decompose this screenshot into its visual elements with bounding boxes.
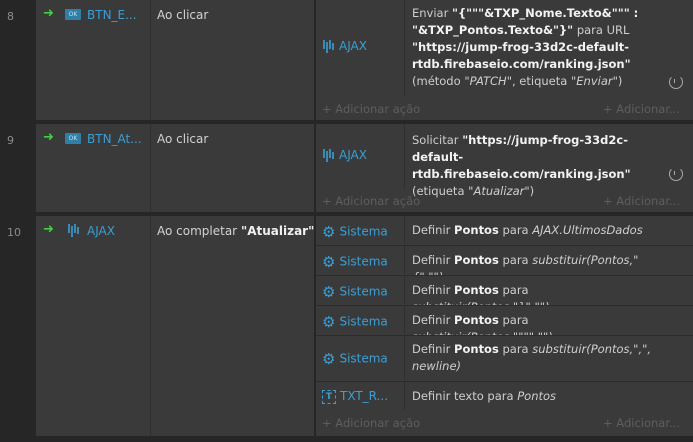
action-row[interactable]: ⚙Sistema Definir Pontos para substituir(…	[316, 276, 693, 314]
add-action-button[interactable]: + Adicionar ação	[322, 102, 420, 116]
action-object[interactable]: ⚙ Sistema	[322, 223, 388, 241]
action-text[interactable]: Solicitar "https://jump-frog-33d2c-defau…	[412, 132, 668, 200]
action-object[interactable]: ⚙ Sistema	[322, 313, 388, 331]
add-action-right-button[interactable]: + Adicionar...	[603, 194, 680, 208]
refresh-icon[interactable]	[669, 167, 683, 181]
action-text[interactable]: Definir texto para Pontos	[412, 388, 668, 405]
gear-icon: ⚙	[322, 283, 336, 301]
condition-object-name[interactable]: AJAX	[87, 224, 115, 238]
ajax-icon	[65, 223, 81, 237]
gear-icon: ⚙	[322, 223, 336, 241]
gear-icon: ⚙	[322, 253, 336, 271]
event-number: 8	[7, 10, 14, 23]
action-row[interactable]: ⚙Sistema Definir Pontos para substituir(…	[316, 246, 693, 284]
condition-block[interactable]: ➜ OK BTN_At... Ao clicar	[36, 124, 314, 212]
event-row-9[interactable]: 9 ➜ OK BTN_At... Ao clicar AJAX Solicita…	[0, 124, 693, 214]
add-action-right-button[interactable]: + Adicionar...	[603, 416, 680, 430]
action-object[interactable]: AJAX	[322, 39, 367, 54]
action-text[interactable]: Enviar "{"""&TXP_Nome.Texto&""" : "&TXP_…	[412, 5, 668, 90]
ajax-icon	[323, 149, 334, 162]
text-object-icon: T	[322, 389, 336, 404]
condition-block[interactable]: ➜ OK BTN_E... Ao clicar	[36, 0, 314, 120]
gear-icon: ⚙	[322, 313, 336, 331]
add-action-right-button[interactable]: + Adicionar...	[603, 102, 680, 116]
action-object[interactable]: ⚙ Sistema	[322, 350, 388, 368]
actions-block: AJAX Solicitar "https://jump-frog-33d2c-…	[316, 124, 693, 212]
condition-trigger[interactable]: Ao clicar	[157, 8, 208, 22]
condition-trigger[interactable]: Ao clicar	[157, 132, 208, 146]
action-row[interactable]: AJAX Solicitar "https://jump-frog-33d2c-…	[316, 124, 693, 198]
action-row[interactable]: ⚙Sistema Definir Pontos para substituir(…	[316, 336, 693, 380]
refresh-icon[interactable]	[669, 75, 683, 89]
action-row[interactable]: ⚙Sistema Definir Pontos para substituir(…	[316, 306, 693, 344]
actions-block: ⚙ Sistema Definir Pontos para AJAX.Ultimo…	[316, 216, 693, 436]
event-number: 9	[7, 134, 14, 147]
condition-object-name[interactable]: BTN_E...	[87, 8, 137, 22]
condition-arrow-icon: ➜	[43, 130, 54, 145]
condition-arrow-icon: ➜	[43, 222, 54, 237]
button-object-icon: OK	[65, 133, 81, 144]
action-object[interactable]: ⚙ Sistema	[322, 253, 388, 271]
action-text[interactable]: Definir Pontos para substituir(Pontos,",…	[412, 341, 668, 375]
condition-arrow-icon: ➜	[43, 6, 54, 21]
action-text[interactable]: Definir Pontos para AJAX.UltimosDados	[412, 222, 668, 239]
add-action-button[interactable]: + Adicionar ação	[322, 194, 420, 208]
action-object[interactable]: ⚙ Sistema	[322, 283, 388, 301]
gear-icon: ⚙	[322, 350, 336, 368]
action-row[interactable]: AJAX Enviar "{"""&TXP_Nome.Texto&""" : "…	[316, 0, 693, 96]
action-object[interactable]: T TXT_R...	[322, 389, 388, 404]
condition-trigger[interactable]: Ao completar "Atualizar"	[157, 224, 314, 238]
condition-block[interactable]: ➜ AJAX Ao completar "Atualizar"	[36, 216, 314, 436]
action-object[interactable]: AJAX	[322, 148, 367, 163]
event-row-10[interactable]: 10 ➜ AJAX Ao completar "Atualizar" ⚙ Sist…	[0, 216, 693, 438]
button-object-icon: OK	[65, 9, 81, 20]
event-row-8[interactable]: 8 ➜ OK BTN_E... Ao clicar AJAX Enviar "{…	[0, 0, 693, 122]
action-row[interactable]: ⚙ Sistema Definir Pontos para AJAX.Ultimo…	[316, 216, 693, 244]
condition-object-name[interactable]: BTN_At...	[87, 132, 142, 146]
event-number: 10	[7, 226, 21, 239]
action-row[interactable]: T TXT_R... Definir texto para Pontos	[316, 382, 693, 410]
add-action-button[interactable]: + Adicionar ação	[322, 416, 420, 430]
ajax-icon	[323, 40, 334, 53]
actions-block: AJAX Enviar "{"""&TXP_Nome.Texto&""" : "…	[316, 0, 693, 120]
